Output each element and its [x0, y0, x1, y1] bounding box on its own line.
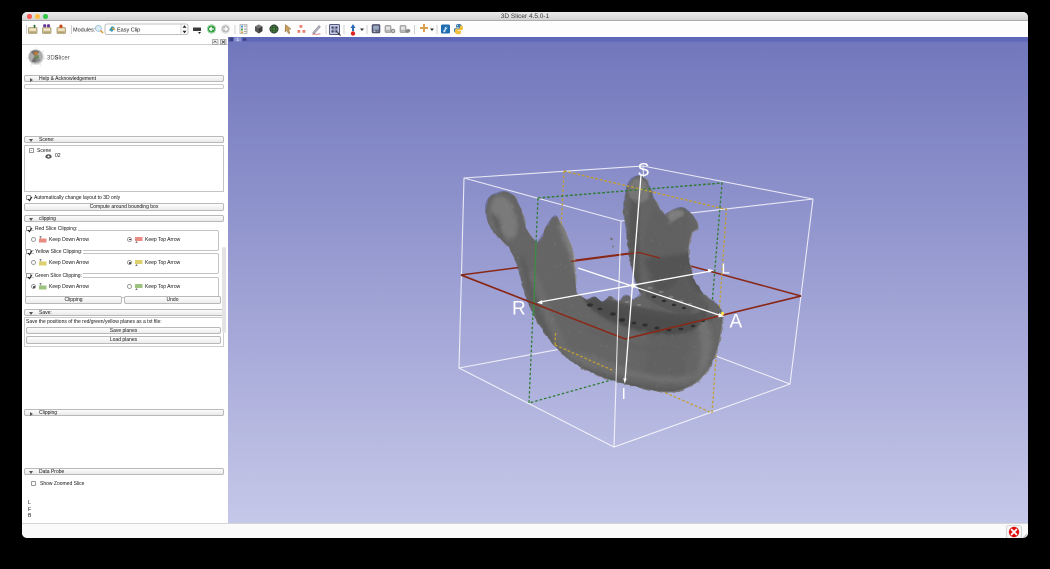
- svg-text:Modules:: Modules:: [73, 28, 96, 34]
- svg-text:R: R: [512, 299, 526, 320]
- svg-text:Easy Clip: Easy Clip: [117, 28, 140, 34]
- svg-text:L: L: [722, 261, 730, 278]
- svg-text:3DSlicer: 3DSlicer: [47, 56, 70, 62]
- svg-text:A: A: [730, 312, 743, 333]
- svg-text:S: S: [638, 160, 650, 180]
- svg-text:I: I: [622, 386, 626, 403]
